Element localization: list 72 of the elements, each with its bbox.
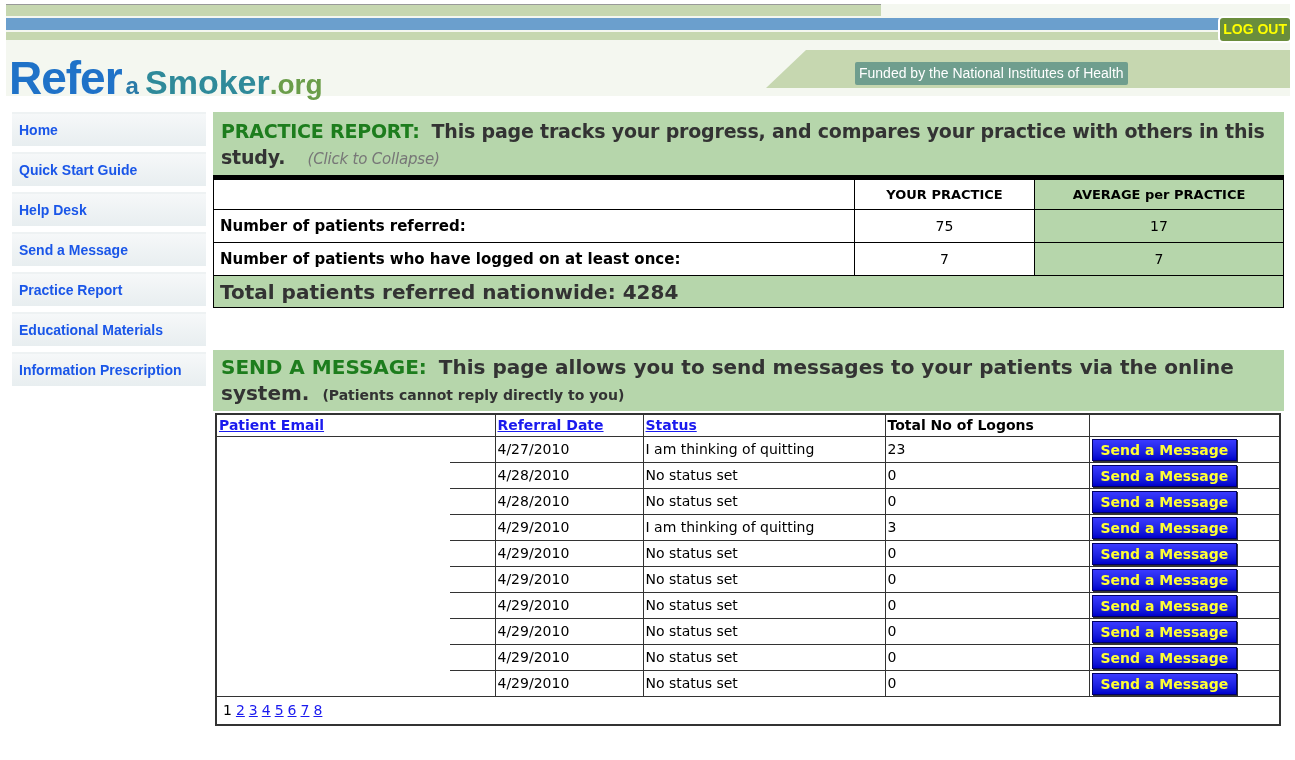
column-header: AVERAGE per PRACTICE <box>1034 177 1284 210</box>
table-cell: No status set <box>643 488 885 515</box>
table-cell: 0 <box>885 488 1089 515</box>
send-message-button[interactable]: Send a Message <box>1091 542 1238 565</box>
table-cell: 3 <box>885 514 1089 541</box>
table-cell: 4/29/2010 <box>495 566 643 593</box>
sidebar-item[interactable]: Quick Start Guide <box>12 152 206 186</box>
table-cell: 0 <box>885 462 1089 489</box>
page-number: 1 <box>223 700 232 720</box>
table-cell: 4/29/2010 <box>495 592 643 619</box>
send-message-button[interactable]: Send a Message <box>1091 516 1238 539</box>
send-message-button[interactable]: Send a Message <box>1091 464 1238 487</box>
site-logo[interactable]: Refera Smoker.org <box>9 44 323 113</box>
table-cell: 23 <box>885 436 1089 463</box>
table-cell: 4/27/2010 <box>495 436 643 463</box>
table-cell: 0 <box>885 540 1089 567</box>
table-cell: No status set <box>643 566 885 593</box>
funding-label: Funded by the National Institutes of Health <box>855 62 1128 85</box>
send-message-button[interactable]: Send a Message <box>1091 490 1238 513</box>
send-message-button[interactable]: Send a Message <box>1091 672 1238 695</box>
table-cell: 0 <box>885 592 1089 619</box>
page-link[interactable]: 2 <box>235 699 245 721</box>
page-link[interactable]: 3 <box>248 699 258 721</box>
sidebar-item[interactable]: Information Prescription <box>12 352 206 386</box>
table-cell: 4/29/2010 <box>495 644 643 671</box>
page-link[interactable]: 4 <box>261 699 271 721</box>
table-cell: No status set <box>643 592 885 619</box>
send-message-button[interactable]: Send a Message <box>1091 568 1238 591</box>
table-cell: 4/28/2010 <box>495 488 643 515</box>
send-message-button[interactable]: Send a Message <box>1091 646 1238 669</box>
page-link[interactable]: 7 <box>300 699 310 721</box>
send-message-button[interactable]: Send a Message <box>1091 438 1238 461</box>
column-header-link[interactable]: Status <box>645 417 697 433</box>
table-cell: No status set <box>643 670 885 697</box>
sidebar-item[interactable]: Educational Materials <box>12 312 206 346</box>
practice-report-header[interactable]: PRACTICE REPORT: This page tracks your progress, and compares your practice with others in this study. (Click to Collapse) <box>213 112 1284 175</box>
table-cell: I am thinking of quitting <box>643 514 885 541</box>
table-cell: No status set <box>643 462 885 489</box>
sidebar-item[interactable]: Home <box>12 112 206 146</box>
table-cell: 17 <box>1034 209 1284 243</box>
table-cell: No status set <box>643 644 885 671</box>
table-cell: 7 <box>1034 242 1284 276</box>
column-header: YOUR PRACTICE <box>854 177 1035 210</box>
page-link[interactable]: 8 <box>313 699 323 721</box>
table-cell: No status set <box>643 540 885 567</box>
column-header: Total No of Logons <box>887 417 1034 433</box>
send-message-button[interactable]: Send a Message <box>1091 620 1238 643</box>
page-link[interactable]: 5 <box>274 699 284 721</box>
logout-button[interactable]: LOG OUT <box>1218 16 1292 43</box>
table-cell: I am thinking of quitting <box>643 436 885 463</box>
sidebar-item[interactable]: Practice Report <box>12 272 206 306</box>
practice-report-heading: PRACTICE REPORT: This page tracks your progress, and compares your practice with others in this study. (Click to Collapse) <box>221 119 1266 170</box>
send-message-heading: SEND A MESSAGE: This page allows you to send messages to your patients via the online system. (Patients cannot reply directly to you) <box>221 354 1235 407</box>
table-cell: No status set <box>643 618 885 645</box>
row-label: Number of patients referred: <box>213 209 855 243</box>
table-cell: 7 <box>854 242 1035 276</box>
table-cell: 4/29/2010 <box>495 514 643 541</box>
table-cell: 4/28/2010 <box>495 462 643 489</box>
table-cell: 4/29/2010 <box>495 540 643 567</box>
row-label: Number of patients who have logged on at least once: <box>213 242 855 276</box>
send-message-button[interactable]: Send a Message <box>1091 594 1238 617</box>
table-cell: 4/29/2010 <box>495 670 643 697</box>
table-cell: 0 <box>885 644 1089 671</box>
table-cell: 0 <box>885 670 1089 697</box>
sidebar-item[interactable]: Send a Message <box>12 232 206 266</box>
page-link[interactable]: 6 <box>287 699 297 721</box>
table-cell: 0 <box>885 566 1089 593</box>
table-cell: 0 <box>885 618 1089 645</box>
sidebar-item[interactable]: Help Desk <box>12 192 206 226</box>
table-cell: 4/29/2010 <box>495 618 643 645</box>
table-cell: 75 <box>854 209 1035 243</box>
total-label: Total patients referred nationwide: 4284 <box>213 275 1284 308</box>
